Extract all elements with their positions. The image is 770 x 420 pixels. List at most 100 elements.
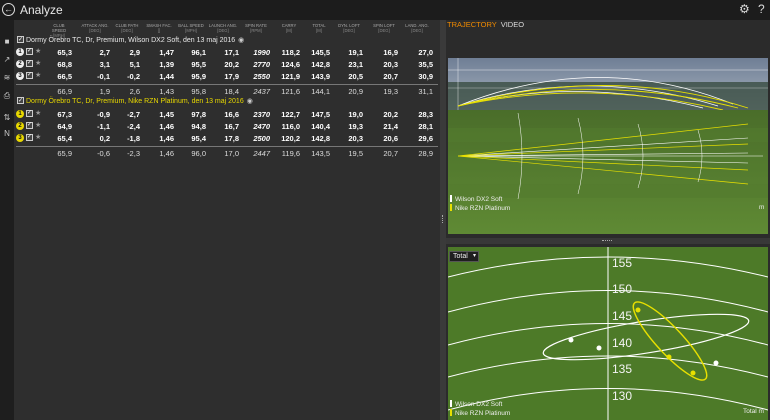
- group-checkbox[interactable]: [17, 96, 24, 106]
- table-cell: 17,1: [224, 48, 239, 57]
- group-checkbox[interactable]: [17, 35, 24, 45]
- table-cell: -2,3: [127, 149, 140, 158]
- table-cell: 17,8: [224, 134, 239, 143]
- table-row[interactable]: 2 ★ 68,8 3,1 5,1 1,39 95,5 20,2 2770 124…: [14, 59, 440, 70]
- session-title-label: Dormy Örebro TC, Dr, Premium, Wilson DX2…: [26, 37, 236, 44]
- trajectory-tool-icon[interactable]: ↗: [1, 54, 13, 66]
- table-cell: 1,46: [159, 122, 174, 131]
- row-checkbox[interactable]: [26, 121, 33, 129]
- column-header[interactable]: CLUB PATH [deg]: [114, 23, 140, 33]
- table-cell: 142,8: [311, 60, 330, 69]
- table-cell: 94,8: [191, 122, 206, 131]
- golf-ball-icon: ◉: [246, 98, 253, 105]
- table-cell: 20,3: [348, 134, 363, 143]
- row-checkbox[interactable]: [26, 109, 33, 117]
- row-checkbox[interactable]: [26, 47, 33, 55]
- table-cell: 19,1: [348, 48, 363, 57]
- row-checkbox[interactable]: [26, 133, 33, 141]
- table-cell: 66,9: [57, 87, 72, 96]
- star-icon[interactable]: ★: [35, 121, 41, 129]
- column-header[interactable]: BALL SPEED [mph]: [176, 23, 206, 33]
- shot-number-badge: 2: [16, 122, 24, 130]
- session-title[interactable]: Dormy Örebro TC, Dr, Premium, Nike RZN P…: [17, 96, 253, 107]
- view-splitter[interactable]: [446, 238, 770, 244]
- table-cell: 19,3: [383, 87, 398, 96]
- table-row[interactable]: 1 ★ 67,3 -0,9 -2,7 1,45 97,8 16,6 2370 1…: [14, 109, 440, 120]
- dispersion-tool-icon[interactable]: ≋: [1, 72, 13, 84]
- star-icon[interactable]: ★: [35, 59, 41, 67]
- table-cell: 18,4: [224, 87, 239, 96]
- dispersion-view[interactable]: [448, 247, 768, 420]
- shot-number-badge: 3: [16, 72, 24, 80]
- table-cell: 2,9: [129, 48, 140, 57]
- folder-icon[interactable]: ■: [1, 36, 13, 48]
- table-cell: 20,9: [348, 87, 363, 96]
- table-cell: 20,5: [348, 72, 363, 81]
- table-cell: 1,47: [159, 48, 174, 57]
- column-header[interactable]: LAND. ANG. [deg]: [401, 23, 433, 33]
- shot-number-badge: 1: [16, 110, 24, 118]
- star-icon[interactable]: ★: [35, 133, 41, 141]
- table-cell: 19,5: [348, 149, 363, 158]
- help-icon[interactable]: ?: [758, 2, 765, 16]
- table-cell: 2,7: [99, 48, 110, 57]
- table-cell: 20,7: [383, 149, 398, 158]
- table-cell: 1,43: [159, 87, 174, 96]
- table-cell: 16,6: [224, 110, 239, 119]
- tool-rail: ■ ↗ ≋ ⎙ ⇅ N: [0, 20, 14, 420]
- table-cell: 20,2: [224, 60, 239, 69]
- column-header[interactable]: ATTACK ANG. [deg]: [80, 23, 110, 33]
- table-cell: 68,8: [57, 60, 72, 69]
- table-cell: 2770: [253, 60, 270, 69]
- table-cell: 28,1: [418, 122, 433, 131]
- session-title[interactable]: Dormy Örebro TC, Dr, Premium, Wilson DX2…: [17, 35, 244, 46]
- back-arrow-icon[interactable]: ←: [2, 3, 15, 16]
- chevron-down-icon: ▾: [472, 253, 476, 259]
- table-cell: 1,45: [159, 110, 174, 119]
- column-header[interactable]: SPIN RATE [rpm]: [242, 23, 270, 33]
- column-header[interactable]: SMASH FAC.[]: [144, 23, 174, 33]
- row-checkbox[interactable]: [26, 59, 33, 67]
- table-cell: 1,44: [159, 72, 174, 81]
- table-row[interactable]: 1 ★ 65,3 2,7 2,9 1,47 96,1 17,1 1990 118…: [14, 47, 440, 58]
- table-cell: 118,2: [281, 48, 300, 57]
- shot-number-badge: 1: [16, 48, 24, 56]
- star-icon[interactable]: ★: [35, 109, 41, 117]
- table-cell: 23,1: [348, 60, 363, 69]
- table-row[interactable]: 3 ★ 66,5 -0,1 -0,2 1,44 95,9 17,9 2550 1…: [14, 71, 440, 82]
- table-row[interactable]: 3 ★ 65,4 0,2 -1,8 1,46 95,4 17,8 2500 12…: [14, 133, 440, 144]
- trash-icon[interactable]: ⎙: [1, 90, 13, 102]
- star-icon[interactable]: ★: [35, 47, 41, 55]
- table-cell: 0,2: [99, 134, 110, 143]
- table-cell: 121,6: [281, 87, 300, 96]
- metric-select[interactable]: Total ▾: [449, 251, 479, 262]
- table-cell: -2,7: [127, 110, 140, 119]
- column-header[interactable]: SPIN LOFT [deg]: [370, 23, 398, 33]
- table-cell: 2550: [253, 72, 270, 81]
- table-cell: 28,9: [418, 149, 433, 158]
- row-checkbox[interactable]: [26, 71, 33, 79]
- column-header[interactable]: LAUNCH ANG. [deg]: [207, 23, 239, 33]
- table-cell: -1,1: [97, 122, 110, 131]
- legend-item: Nike RZN Platinum: [450, 409, 510, 417]
- table-cell: 35,5: [418, 60, 433, 69]
- table-cell: -0,9: [97, 110, 110, 119]
- column-header[interactable]: CARRY [m]: [278, 23, 300, 33]
- table-row[interactable]: 2 ★ 64,9 -1,1 -2,4 1,46 94,8 16,7 2470 1…: [14, 121, 440, 132]
- table-cell: 1,46: [159, 134, 174, 143]
- normalize-icon[interactable]: N: [1, 128, 13, 140]
- tab-video[interactable]: VIDEO: [501, 20, 524, 29]
- table-cell: 140,4: [311, 122, 330, 131]
- gear-icon[interactable]: ⚙: [739, 2, 750, 16]
- tab-trajectory[interactable]: TRAJECTORY: [447, 20, 497, 29]
- sort-icon[interactable]: ⇅: [1, 112, 13, 124]
- table-cell: 143,9: [311, 72, 330, 81]
- column-header[interactable]: DYN. LOFT [deg]: [335, 23, 363, 33]
- table-cell: 95,8: [191, 87, 206, 96]
- distance-tick: 145: [612, 309, 633, 323]
- table-cell: 147,5: [311, 110, 330, 119]
- star-icon[interactable]: ★: [35, 71, 41, 79]
- table-cell: 143,5: [311, 149, 330, 158]
- column-header[interactable]: TOTAL [m]: [308, 23, 330, 33]
- table-cell: 16,7: [224, 122, 239, 131]
